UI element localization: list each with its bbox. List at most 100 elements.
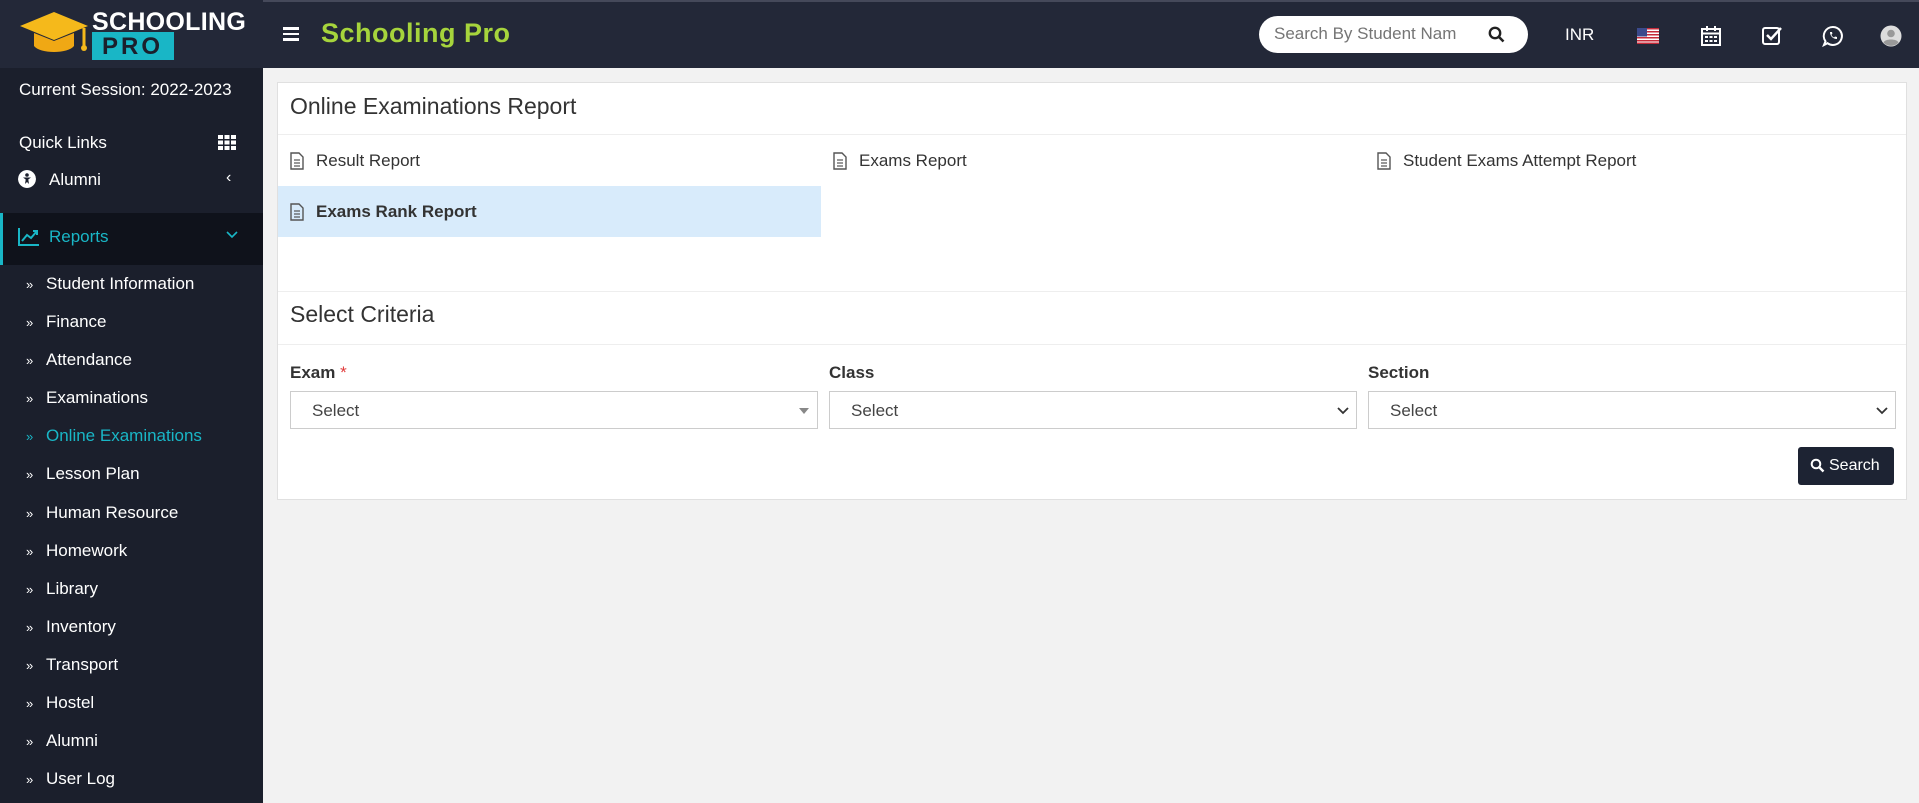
sidebar-subitem-finance[interactable]: » Finance: [0, 310, 263, 348]
sidebar-subitem-transport[interactable]: » Transport: [0, 653, 263, 691]
sidebar-item-label: Alumni: [49, 170, 101, 189]
required-asterisk: *: [340, 363, 347, 382]
select-value: Select: [312, 401, 360, 420]
double-chevron-right-icon: »: [26, 391, 34, 407]
double-chevron-right-icon: »: [26, 657, 34, 673]
us-flag-icon[interactable]: [1637, 28, 1659, 44]
sidebar-subitem-human-resource[interactable]: » Human Resource: [0, 501, 263, 539]
sidebar-subitem-label: Alumni: [46, 731, 98, 751]
search-button[interactable]: Search: [1798, 447, 1894, 485]
chevron-down-icon: [1337, 407, 1349, 415]
search-button-label: Search: [1829, 457, 1880, 474]
double-chevron-right-icon: »: [26, 277, 34, 292]
class-select[interactable]: Select: [829, 391, 1357, 429]
document-icon: [1377, 152, 1391, 170]
select-value: Select: [1390, 401, 1438, 420]
exam-label: Exam *: [290, 363, 347, 383]
exam-label-text: Exam: [290, 363, 336, 382]
report-link-label: Student Exams Attempt Report: [1403, 151, 1637, 170]
current-session: Current Session: 2022-2023: [19, 80, 232, 99]
double-chevron-right-icon: »: [26, 467, 34, 483]
search-input[interactable]: [1274, 24, 1474, 44]
sidebar-subitem-hostel[interactable]: » Hostel: [0, 691, 263, 729]
double-chevron-right-icon: »: [26, 429, 34, 445]
exams-rank-report-link[interactable]: Exams Rank Report: [278, 186, 821, 237]
page-title: Online Examinations Report: [290, 93, 577, 119]
sidebar-subitem-label: Hostel: [46, 693, 95, 713]
app-title: Schooling Pro: [321, 18, 511, 48]
document-icon: [833, 152, 847, 170]
exams-report-link[interactable]: Exams Report: [821, 135, 1364, 186]
checkbox-task-icon[interactable]: [1761, 25, 1783, 47]
sidebar-item-label: Reports: [49, 227, 109, 246]
report-card: Online Examinations Report Result Report…: [277, 82, 1907, 500]
double-chevron-right-icon: »: [26, 772, 34, 788]
exam-select[interactable]: Select: [290, 391, 818, 429]
double-chevron-right-icon: »: [26, 619, 34, 635]
grid-icon[interactable]: [218, 135, 236, 150]
sidebar-subitem-examinations[interactable]: » Examinations: [0, 386, 263, 424]
double-chevron-right-icon: »: [26, 543, 34, 559]
double-chevron-right-icon: »: [26, 581, 34, 597]
quick-links-label[interactable]: Quick Links: [19, 133, 107, 153]
double-chevron-right-icon: »: [26, 734, 34, 750]
sidebar-subitem-label: Lesson Plan: [46, 464, 140, 484]
report-link-label: Exams Report: [859, 151, 967, 170]
sidebar: SCHOOLING PRO Current Session: 2022-2023…: [0, 0, 263, 803]
calendar-icon[interactable]: [1700, 25, 1722, 47]
sidebar-subitem-label: Examinations: [46, 388, 149, 408]
search-icon: [1810, 458, 1825, 473]
sidebar-subitem-label: User Log: [46, 769, 115, 789]
double-chevron-right-icon: »: [26, 315, 34, 331]
sidebar-subitem-lesson-plan[interactable]: » Lesson Plan: [0, 462, 263, 500]
sidebar-subitem-library[interactable]: » Library: [0, 577, 263, 615]
sidebar-subitem-online-examinations[interactable]: » Online Examinations: [0, 424, 263, 462]
reports-submenu: » Student Information» Finance» Attendance»…: [0, 272, 263, 803]
criteria-title: Select Criteria: [290, 301, 435, 327]
sidebar-subitem-student-information[interactable]: » Student Information: [0, 272, 263, 310]
sidebar-subitem-inventory[interactable]: » Inventory: [0, 615, 263, 653]
user-avatar-icon[interactable]: [1880, 25, 1902, 47]
sidebar-subitem-label: Inventory: [46, 616, 116, 636]
graduation-cap-icon: [20, 12, 88, 52]
double-chevron-right-icon: »: [26, 696, 34, 712]
sidebar-subitem-label: Online Examinations: [46, 426, 202, 446]
sidebar-subitem-alumni[interactable]: » Alumni: [0, 729, 263, 767]
report-link-label: Result Report: [316, 151, 420, 170]
double-chevron-right-icon: »: [26, 353, 34, 369]
dropdown-caret-icon: [799, 408, 809, 414]
divider: [278, 291, 1906, 292]
sidebar-subitem-label: Student Information: [46, 274, 195, 293]
line-chart-icon: [18, 228, 39, 246]
sidebar-subitem-label: Human Resource: [46, 502, 179, 522]
sidebar-subitem-label: Transport: [46, 654, 119, 674]
search-icon[interactable]: [1488, 26, 1505, 43]
class-label: Class: [829, 363, 875, 382]
whatsapp-icon[interactable]: [1822, 25, 1844, 47]
document-icon: [290, 203, 304, 221]
sidebar-subitem-label: Homework: [46, 540, 128, 560]
divider: [278, 344, 1906, 345]
alumni-icon: [18, 170, 36, 188]
currency-selector[interactable]: INR: [1565, 25, 1594, 45]
logo-text-pro: PRO: [92, 32, 174, 60]
sidebar-item-reports[interactable]: Reports: [0, 213, 263, 265]
student-search: [1259, 16, 1528, 53]
result-report-link[interactable]: Result Report: [278, 135, 821, 186]
sidebar-subitem-homework[interactable]: » Homework: [0, 539, 263, 577]
document-icon: [290, 152, 304, 170]
sidebar-subitem-label: Attendance: [46, 350, 133, 370]
sidebar-item-alumni[interactable]: Alumni ‹: [0, 166, 263, 196]
chevron-down-icon: [1876, 407, 1888, 415]
section-select[interactable]: Select: [1368, 391, 1896, 429]
double-chevron-right-icon: »: [26, 505, 34, 521]
sidebar-subitem-attendance[interactable]: » Attendance: [0, 348, 263, 386]
chevron-down-icon: [226, 231, 238, 239]
hamburger-menu-icon[interactable]: [283, 27, 299, 41]
student-exams-attempt-report-link[interactable]: Student Exams Attempt Report: [1365, 135, 1908, 186]
top-bar: Schooling Pro INR: [263, 0, 1919, 68]
section-label: Section: [1368, 363, 1430, 382]
sidebar-subitem-user-log[interactable]: » User Log: [0, 767, 263, 803]
report-link-label: Exams Rank Report: [316, 202, 477, 221]
logo[interactable]: SCHOOLING PRO: [0, 0, 263, 68]
